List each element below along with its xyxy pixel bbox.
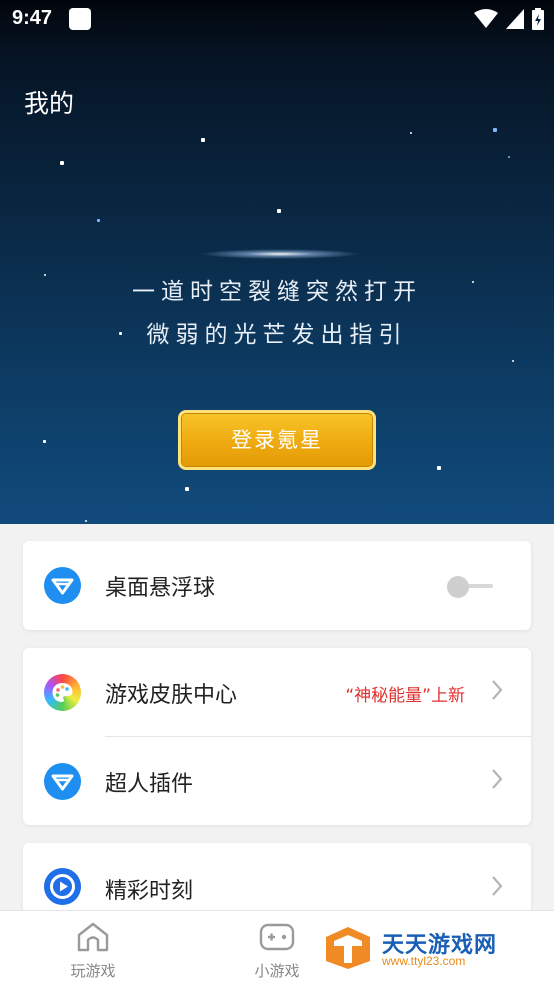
floating-ball-toggle[interactable] bbox=[447, 576, 493, 598]
star-decoration bbox=[277, 209, 281, 213]
star-decoration bbox=[60, 161, 64, 165]
v-logo-icon bbox=[44, 763, 81, 800]
hero-tagline-line2: 微弱的光芒发出指引 bbox=[146, 322, 408, 348]
floating-ball-label: 桌面悬浮球 bbox=[105, 576, 216, 601]
light-streak bbox=[200, 249, 360, 259]
star-decoration bbox=[97, 219, 100, 222]
tab-mini-games[interactable]: 小游戏 bbox=[232, 921, 322, 981]
floating-ball-card: 桌面悬浮球 bbox=[23, 541, 531, 630]
chevron-right-icon bbox=[492, 876, 503, 896]
star-decoration bbox=[493, 128, 497, 132]
home-icon bbox=[77, 922, 109, 952]
chevron-right-icon bbox=[492, 769, 503, 789]
features-card: 游戏皮肤中心 “神秘能量”上新 超人插件 bbox=[23, 648, 531, 825]
star-decoration bbox=[410, 132, 412, 134]
skin-center-label: 游戏皮肤中心 bbox=[105, 683, 238, 708]
login-button[interactable]: 登录氪星 bbox=[178, 410, 376, 470]
v-logo-icon bbox=[44, 567, 81, 604]
chevron-right-icon bbox=[492, 680, 503, 700]
notification-icon bbox=[69, 8, 91, 30]
superman-plugin-row[interactable]: 超人插件 bbox=[23, 737, 531, 825]
superman-plugin-label: 超人插件 bbox=[105, 772, 194, 797]
battery-icon bbox=[532, 8, 544, 30]
signal-icon bbox=[506, 9, 524, 29]
page-title: 我的 bbox=[24, 89, 75, 118]
tab-label: 小游戏 bbox=[254, 962, 300, 980]
hero-tagline-line1: 一道时空裂缝突然打开 bbox=[132, 279, 422, 305]
site-watermark: 天天游戏网 www.ttyl23.com bbox=[322, 923, 522, 973]
status-time: 9:47 bbox=[12, 7, 53, 29]
skin-promo-badge: “神秘能量”上新 bbox=[345, 686, 465, 706]
star-decoration bbox=[512, 360, 514, 362]
watermark-url: www.ttyl23.com bbox=[382, 954, 466, 968]
star-decoration bbox=[85, 520, 87, 522]
skin-center-row[interactable]: 游戏皮肤中心 “神秘能量”上新 bbox=[23, 648, 531, 736]
floating-ball-row[interactable]: 桌面悬浮球 bbox=[23, 541, 531, 629]
star-decoration bbox=[437, 466, 441, 470]
status-bar: 9:47 bbox=[0, 0, 554, 38]
palette-icon bbox=[44, 674, 81, 711]
star-decoration bbox=[185, 487, 189, 491]
play-icon bbox=[44, 868, 81, 905]
profile-hero: 9:47 我的 一道时空裂缝突然打开 微弱的光芒发出指引 登录氪星 bbox=[0, 0, 554, 524]
watermark-logo bbox=[326, 927, 370, 969]
gamepad-icon bbox=[259, 923, 295, 951]
tab-play-games[interactable]: 玩游戏 bbox=[48, 921, 138, 981]
star-decoration bbox=[43, 440, 46, 443]
wifi-icon bbox=[474, 9, 498, 28]
star-decoration bbox=[508, 156, 510, 158]
highlights-label: 精彩时刻 bbox=[105, 879, 194, 904]
star-decoration bbox=[201, 138, 205, 142]
tab-label: 玩游戏 bbox=[70, 962, 116, 980]
